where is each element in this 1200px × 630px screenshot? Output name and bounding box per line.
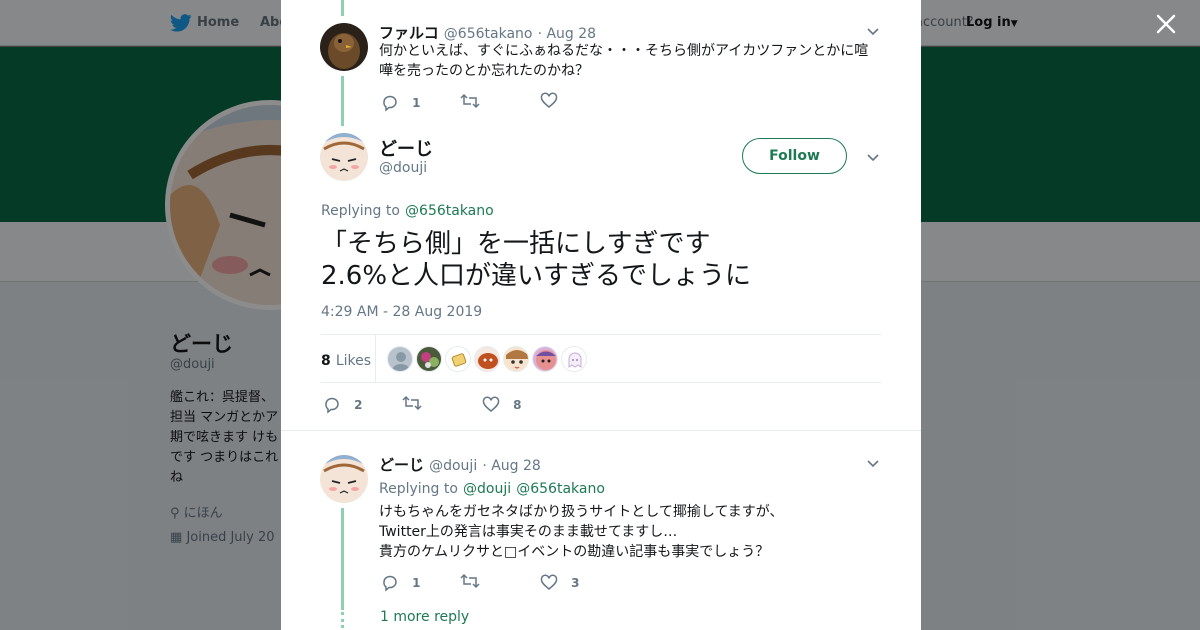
character-icon — [478, 353, 498, 369]
reply-display-name[interactable]: どーじ — [379, 456, 424, 474]
likes-stat[interactable]: 8 Likes — [321, 350, 371, 369]
main-reply-action[interactable]: 2 — [323, 394, 383, 414]
reply-text-line: Twitter上の発言は事実そのまま載せてますし… — [379, 524, 678, 540]
parent-reply-action[interactable]: 1 — [381, 92, 441, 112]
main-tweet-timestamp[interactable]: 4:29 AM - 28 Aug 2019 — [321, 304, 482, 320]
more-replies-link[interactable]: 1 more reply — [380, 609, 469, 625]
main-display-name[interactable]: どーじ — [379, 135, 433, 161]
heart-icon — [482, 396, 500, 412]
liker-avatar[interactable] — [387, 346, 413, 372]
main-tweet-avatar[interactable] — [320, 133, 368, 181]
liker-avatar[interactable] — [416, 346, 442, 372]
parent-retweet-action[interactable] — [460, 92, 480, 114]
main-like-action[interactable]: 8 — [482, 394, 542, 414]
main-retweet-action[interactable] — [402, 394, 422, 416]
parent-handle[interactable]: @656takano — [444, 26, 533, 42]
heart-icon — [540, 92, 558, 108]
reply-section-divider — [281, 430, 921, 431]
default-user-icon — [392, 352, 410, 371]
chevron-down-icon[interactable] — [865, 149, 881, 165]
stats-divider — [375, 335, 376, 382]
liker-avatar[interactable] — [503, 346, 529, 372]
replying-prefix: Replying to — [321, 203, 400, 219]
main-handle[interactable]: @douji — [379, 160, 427, 176]
reply-icon — [383, 575, 397, 592]
main-tweet-text: 「そちら側」を一括にしすぎです 2.6%と人口が違いすぎるでしょうに — [321, 229, 752, 291]
retweet-icon — [402, 395, 422, 411]
retweet-icon — [460, 573, 480, 589]
reply-icon — [325, 397, 339, 414]
chevron-down-icon[interactable] — [865, 455, 881, 471]
reply-tweet-header: どーじ @douji · Aug 28 — [379, 454, 541, 475]
reply-date[interactable]: · Aug 28 — [482, 458, 541, 474]
follow-button[interactable]: Follow — [742, 138, 847, 174]
parent-like-action[interactable] — [540, 92, 558, 114]
character-face-icon — [320, 455, 368, 503]
thread-line-top — [341, 0, 344, 16]
replying-to-link[interactable]: @douji — [463, 481, 511, 497]
liker-avatar[interactable] — [561, 346, 587, 372]
reply-like-count: 3 — [571, 576, 580, 590]
liker-avatar[interactable] — [474, 346, 500, 372]
replying-to-link[interactable]: @656takano — [516, 481, 605, 497]
parent-tweet-header: ファルコ @656takano · Aug 28 — [379, 22, 596, 43]
parent-display-name[interactable]: ファルコ — [379, 24, 439, 42]
reply-text-line: 貴方のケムリクサと□イベントの勘違い記事も事実でしょう？ — [379, 544, 770, 560]
retweet-icon — [460, 93, 480, 109]
character-icon — [536, 350, 556, 370]
parent-date[interactable]: · Aug 28 — [538, 26, 597, 42]
tweet-permalink-modal: ファルコ @656takano · Aug 28 何かといえば、すぐにふぁねるだ… — [281, 0, 921, 630]
liker-avatar[interactable] — [532, 346, 558, 372]
main-like-count: 8 — [513, 398, 522, 412]
replying-to-link[interactable]: @656takano — [405, 203, 494, 219]
thread-line-parent — [341, 76, 344, 126]
main-replying-to: Replying to @656takano — [321, 200, 494, 219]
reply-retweet-action[interactable] — [460, 572, 480, 594]
reply-tweet-text: けもちゃんをガセネタばかり扱うサイトとして揶揄してますが、 Twitter上の発… — [379, 502, 879, 562]
reply-reply-action[interactable]: 1 — [381, 572, 441, 592]
liker-avatar[interactable] — [445, 346, 471, 372]
flower-icon — [421, 352, 439, 368]
likes-stats-row: 8 Likes — [321, 334, 881, 383]
main-reply-count: 2 — [354, 398, 363, 412]
replying-prefix: Replying to — [379, 481, 458, 497]
likes-label: Likes — [335, 353, 372, 369]
reply-like-action[interactable]: 3 — [540, 572, 600, 592]
likes-count: 8 — [321, 353, 331, 369]
reply-text-line: けもちゃんをガセネタばかり扱うサイトとして揶揄してますが、 — [379, 504, 784, 520]
reply-replying-to: Replying to @douji @656takano — [379, 478, 605, 497]
bird-photo-icon — [320, 23, 368, 71]
ghost-icon — [568, 352, 582, 368]
parent-reply-count: 1 — [412, 96, 421, 110]
character-face-icon — [320, 133, 368, 181]
reply-reply-count: 1 — [412, 576, 421, 590]
close-icon[interactable] — [1150, 8, 1182, 40]
thread-line-dotted — [341, 612, 344, 628]
reply-tweet-avatar[interactable] — [320, 455, 368, 503]
thread-line-reply — [341, 508, 344, 610]
parent-tweet-text: 何かといえば、すぐにふぁねるだな・・・そちら側がアイカツファンとかに喧嘩を売った… — [379, 43, 869, 79]
heart-icon — [540, 574, 558, 590]
chevron-down-icon[interactable] — [865, 23, 881, 39]
parent-tweet-avatar[interactable] — [320, 23, 368, 71]
character-icon — [506, 350, 528, 369]
toast-icon — [451, 353, 467, 367]
reply-handle[interactable]: @douji — [429, 458, 477, 474]
reply-icon — [383, 95, 397, 112]
